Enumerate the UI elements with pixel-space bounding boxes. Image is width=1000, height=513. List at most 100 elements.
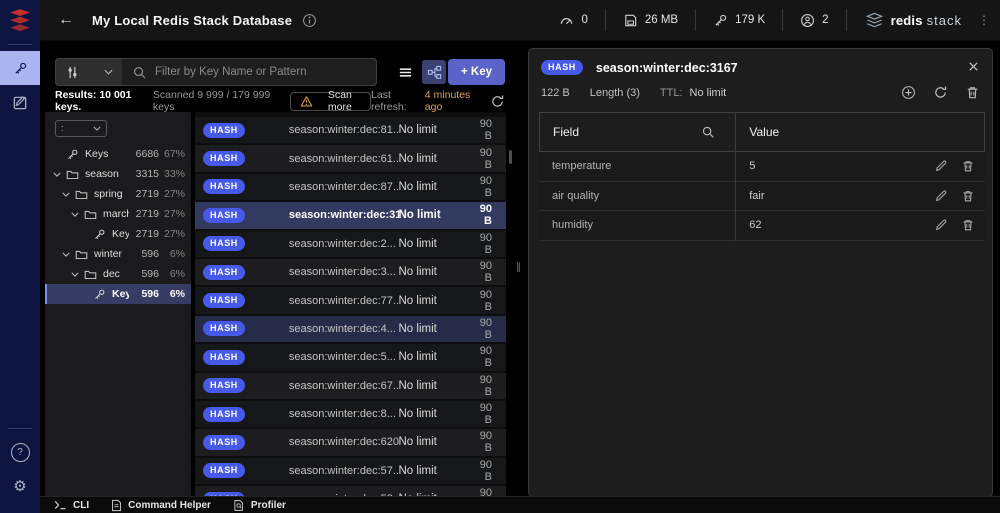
tree-item[interactable]: march 2719 27% [45, 204, 191, 224]
key-size: 90 B [480, 260, 506, 284]
field-value: 62 [735, 219, 934, 231]
key-ttl: No limit [399, 380, 480, 392]
key-row[interactable]: HASH season:winter:dec:81... No limit 90… [195, 117, 506, 143]
metric-value: 2 [822, 14, 828, 26]
chevron-down-icon[interactable] [71, 272, 83, 277]
key-type-badge: HASH [203, 265, 245, 280]
key-name: season:winter:dec:81... [289, 124, 399, 136]
field-row[interactable]: humidity 62 [539, 211, 985, 241]
key-row[interactable]: HASH season:winter:dec:87... No limit 90… [195, 174, 506, 200]
key-row[interactable]: HASH season:winter:dec:5... No limit 90 … [195, 344, 506, 370]
key-name: season:winter:dec:31... [289, 209, 399, 221]
scan-more-button[interactable]: Scan more [290, 92, 371, 111]
overflow-menu-icon[interactable]: ⋮ [978, 13, 990, 27]
chevron-down-icon[interactable] [62, 192, 74, 197]
key-row[interactable]: HASH season:winter:dec:57... No limit 90… [195, 458, 506, 484]
key-filter-input[interactable] [153, 65, 376, 79]
bottom-tool[interactable]: Command Helper [111, 499, 211, 512]
brand-stack: stack [927, 13, 962, 28]
sidebar-item-workbench[interactable] [0, 85, 40, 119]
edit-field-icon[interactable] [934, 218, 948, 232]
key-row[interactable]: HASH season:winter:dec:4... No limit 90 … [195, 316, 506, 342]
key-memory-usage: 122 B [541, 87, 570, 99]
scan-more-label: Scan more [319, 89, 361, 113]
field-name: air quality [539, 190, 735, 202]
stack-logo-icon [865, 12, 884, 29]
key-row[interactable]: HASH season:winter:dec:2... No limit 90 … [195, 231, 506, 257]
delete-field-icon[interactable] [961, 189, 975, 203]
tree-item-count: 6686 [129, 148, 159, 160]
key-row[interactable]: HASH season:winter:dec:67... No limit 90… [195, 373, 506, 399]
edit-field-icon[interactable] [934, 159, 948, 173]
delete-field-icon[interactable] [961, 159, 975, 173]
metric-value: 26 MB [645, 14, 678, 26]
bottom-tool[interactable]: CLI [54, 500, 89, 511]
topbar-metrics: 0 26 MB [542, 0, 846, 40]
ttl-value[interactable]: No limit [690, 87, 727, 99]
info-icon[interactable] [302, 13, 317, 28]
key-name: season:winter:dec:67... [289, 380, 399, 392]
fields-table: Field Value temperature 5 [539, 112, 985, 241]
sidebar-item-settings[interactable]: ⚙ [0, 469, 40, 503]
tree-item[interactable]: season 3315 33% [45, 164, 191, 184]
key-row[interactable]: HASH season:winter:dec:77... No limit 90… [195, 287, 506, 313]
key-row[interactable]: HASH season:winter:dec:8... No limit 90 … [195, 401, 506, 427]
tree-item-percent: 27% [159, 208, 185, 220]
bottom-toolbar: CLI Command Helper Profiler [40, 496, 1000, 513]
chevron-down-icon[interactable] [62, 252, 74, 257]
refresh-icon[interactable] [490, 94, 505, 109]
sidebar-item-help[interactable]: ? [0, 435, 40, 469]
key-icon [66, 148, 81, 161]
back-button[interactable]: ← [58, 12, 74, 28]
key-row[interactable]: HASH season:winter:dec:620 No limit 90 B [195, 429, 506, 455]
results-count: Results: 10 001 keys. [55, 89, 148, 113]
folder-icon [75, 188, 90, 201]
field-column-header: Field [553, 125, 579, 139]
tree-view-toggle[interactable] [422, 60, 446, 84]
tree-item[interactable]: Keys 596 6% [45, 284, 191, 304]
tree-item[interactable]: winter 596 6% [45, 244, 191, 264]
details-actions [901, 85, 980, 100]
delete-key-icon[interactable] [965, 85, 980, 100]
edit-field-icon[interactable] [934, 189, 948, 203]
key-type-dropdown[interactable] [56, 59, 122, 85]
key-name: season:winter:dec:87... [289, 181, 399, 193]
add-field-icon[interactable] [901, 85, 916, 100]
scrollbar-thumb[interactable] [509, 150, 512, 164]
key-row[interactable]: HASH season:winter:dec:3... No limit 90 … [195, 259, 506, 285]
tree-item[interactable]: spring 2719 27% [45, 184, 191, 204]
list-view-toggle[interactable] [393, 60, 417, 84]
field-row[interactable]: air quality fair [539, 182, 985, 212]
sidebar-item-browser[interactable] [0, 51, 40, 85]
close-icon[interactable] [967, 60, 980, 73]
tree-item-count: 3315 [129, 168, 159, 180]
refresh-icon[interactable] [933, 85, 948, 100]
tree-item[interactable]: Keys 2719 27% [45, 224, 191, 244]
chevron-down-icon[interactable] [53, 172, 65, 177]
key-type-badge: HASH [203, 236, 245, 251]
user-icon [800, 13, 815, 28]
key-type-badge: HASH [203, 179, 245, 194]
key-row[interactable]: HASH season:winter:dec:31... No limit 90… [195, 202, 506, 228]
panel-resize-handle[interactable]: ∥ [516, 262, 521, 273]
app: ? ⚙ ← My Local Redis Stack Database [0, 0, 1000, 513]
bottom-tool[interactable]: Profiler [233, 499, 286, 512]
chevron-down-icon[interactable] [71, 212, 83, 217]
value-column-header: Value [735, 125, 984, 139]
key-row[interactable]: HASH season:winter:dec:61... No limit 90… [195, 145, 506, 171]
tree-item-percent: 6% [159, 288, 185, 300]
results-scanned: Scanned 9 999 / 179 999 keys [153, 89, 278, 113]
search-icon[interactable] [701, 125, 715, 139]
delimiter-dropdown[interactable]: : [55, 120, 107, 137]
tree-item-percent: 6% [159, 248, 185, 260]
tree-item-percent: 27% [159, 188, 185, 200]
delete-field-icon[interactable] [961, 218, 975, 232]
tree-item[interactable]: Keys 6686 67% [45, 144, 191, 164]
tree-item[interactable]: dec 596 6% [45, 264, 191, 284]
add-key-button[interactable]: + Key [448, 59, 505, 85]
key-icon [93, 288, 108, 301]
cli-icon [54, 500, 67, 510]
metric: 26 MB [606, 9, 696, 31]
key-ttl: No limit [399, 124, 480, 136]
field-row[interactable]: temperature 5 [539, 152, 985, 182]
